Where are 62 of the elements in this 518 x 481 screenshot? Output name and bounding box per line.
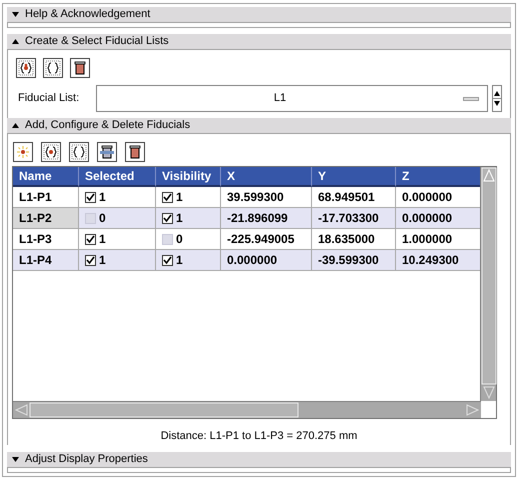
table-cell-text: 1	[176, 252, 183, 269]
section-header[interactable]: Add, Configure & Delete Fiducials	[7, 118, 511, 134]
spinner[interactable]	[492, 85, 502, 112]
table-cell-text: 1	[99, 252, 106, 269]
row-header[interactable]: L1-P4	[13, 250, 79, 271]
add-point-icon[interactable]	[13, 142, 33, 162]
horizontal-scrollbar[interactable]	[13, 401, 481, 418]
checkbox[interactable]	[162, 254, 173, 266]
table-cell-text: 1	[99, 189, 106, 206]
table-cell-text: 1	[176, 210, 183, 227]
checkbox[interactable]	[85, 234, 96, 244]
delete-selected-icon[interactable]	[97, 142, 117, 162]
column-header[interactable]: Y	[312, 167, 396, 187]
checkbox[interactable]	[85, 254, 96, 266]
table-cell: 68.949501	[312, 187, 396, 208]
table-cell: -39.599300	[312, 250, 396, 271]
table-cell: 0.000000	[396, 208, 481, 229]
column-header[interactable]: Z	[396, 167, 481, 187]
table-cell: -17.703300	[312, 208, 396, 229]
column-header[interactable]: Visibility	[156, 167, 221, 187]
deselect-points-icon[interactable]	[69, 142, 89, 162]
table-cell: 39.599300	[221, 187, 312, 208]
selector-value: L1	[272, 91, 288, 106]
table-cell: 0.000000	[221, 250, 312, 271]
checkbox[interactable]	[85, 192, 96, 202]
select-points-icon[interactable]	[41, 142, 61, 162]
section-title: Add, Configure & Delete Fiducials	[25, 118, 190, 134]
checkbox[interactable]	[162, 212, 173, 224]
table-cell-text: 0	[99, 210, 106, 227]
section-title: Help & Acknowledgement	[25, 7, 150, 22]
new-list-icon[interactable]	[16, 58, 36, 78]
table-cell: -21.896099	[221, 208, 312, 229]
section-header[interactable]: Create & Select Fiducial Lists	[7, 34, 511, 50]
distance-text: Distance: L1-P1 to L1-P3 = 270.275 mm	[160, 429, 358, 444]
table-cell: 18.635000	[312, 229, 396, 250]
column-header[interactable]: Name	[13, 167, 79, 187]
field-label: Fiducial List:	[17, 91, 80, 106]
empty-list-icon[interactable]	[43, 58, 63, 78]
row-header[interactable]: L1-P2	[13, 208, 79, 229]
collapse-arrow-icon	[12, 39, 19, 44]
section-title: Adjust Display Properties	[25, 452, 148, 467]
section-title: Create & Select Fiducial Lists	[25, 34, 169, 50]
expand-arrow-icon	[12, 12, 19, 17]
table-cell: -225.949005	[221, 229, 312, 250]
list-selector[interactable]: L1	[96, 85, 488, 112]
expand-arrow-icon	[12, 456, 19, 462]
checkbox[interactable]	[162, 192, 173, 202]
row-header[interactable]: L1-P1	[13, 187, 79, 208]
grip-icon	[463, 96, 479, 100]
section-header[interactable]: Adjust Display Properties	[7, 452, 511, 468]
row-header[interactable]: L1-P3	[13, 229, 79, 250]
table-cell-text: 1	[99, 231, 106, 248]
vertical-scrollbar[interactable]	[480, 167, 496, 401]
column-header[interactable]: X	[221, 167, 312, 187]
table-cell-text: 0	[176, 231, 183, 248]
delete-all-icon[interactable]	[125, 142, 145, 162]
delete-list-icon[interactable]	[70, 58, 90, 78]
table-cell: 10.249300	[396, 250, 481, 271]
section-header[interactable]: Help & Acknowledgement	[7, 7, 511, 23]
table-cell-text: 1	[176, 189, 183, 206]
collapse-arrow-icon	[12, 123, 19, 128]
column-header[interactable]: Selected	[79, 167, 156, 187]
